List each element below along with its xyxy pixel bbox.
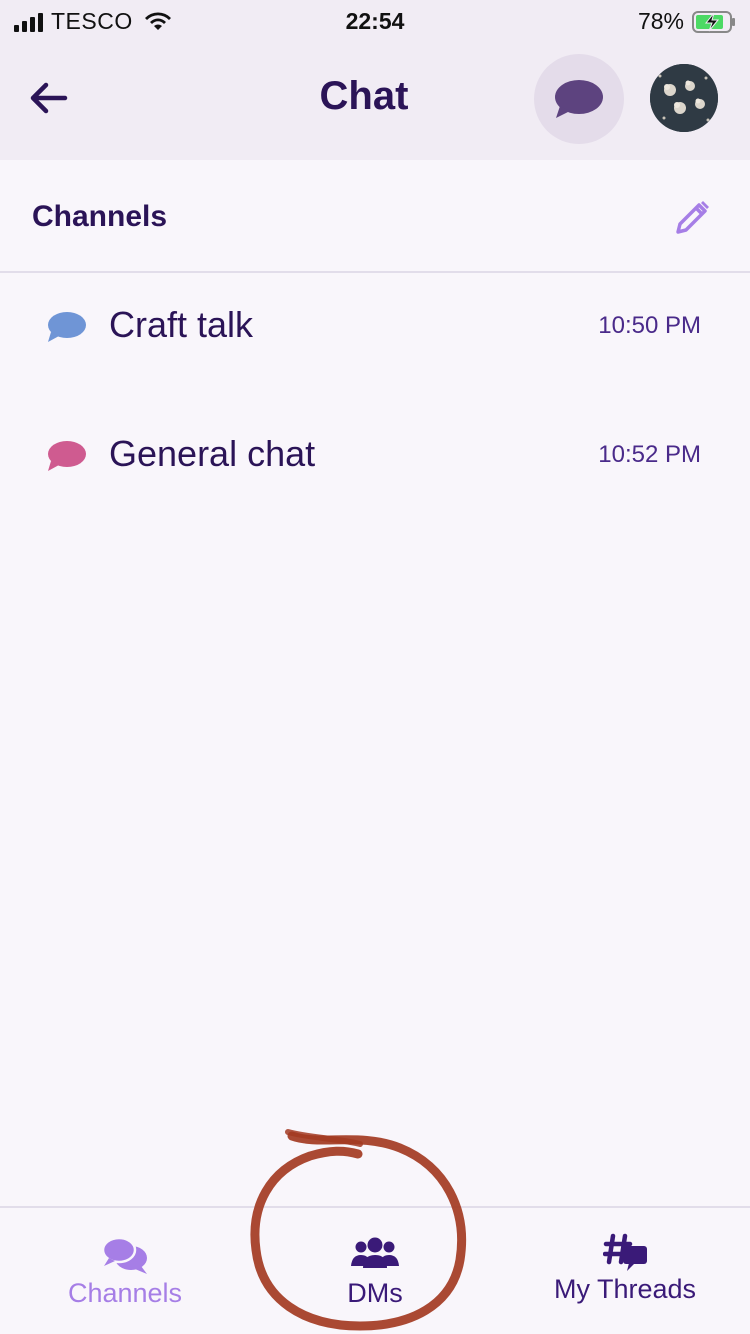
tab-label: My Threads	[553, 1274, 697, 1304]
avatar[interactable]	[650, 64, 718, 132]
status-bar: TESCO 22:54 78%	[0, 0, 750, 40]
channel-row-craft-talk[interactable]: Craft talk 10:50 PM	[0, 282, 750, 392]
users-icon	[351, 1237, 399, 1268]
channel-name: General chat	[109, 433, 316, 474]
channels-section-header: Channels	[0, 160, 750, 273]
tab-label: Channels	[67, 1278, 183, 1308]
channel-row-general-chat[interactable]: General chat 10:52 PM	[0, 411, 750, 521]
pencil-icon[interactable]	[672, 198, 712, 238]
avatar-image	[650, 64, 718, 132]
tab-dms[interactable]: DMs	[290, 1208, 460, 1334]
battery-icon	[692, 10, 735, 33]
bottom-tab-bar: Channels DMs My Threads	[0, 1206, 750, 1334]
channel-name: Craft talk	[109, 304, 254, 345]
chat-button[interactable]	[534, 54, 624, 144]
chat-bubble-icon	[48, 312, 86, 342]
section-title: Channels	[32, 200, 168, 233]
battery-percent: 78%	[637, 8, 684, 34]
tab-channels[interactable]: Channels	[30, 1208, 220, 1334]
speech-bubble-icon	[555, 80, 603, 118]
hashtag-thread-icon	[603, 1233, 647, 1271]
status-right: 78%	[638, 8, 736, 35]
channel-time: 10:50 PM	[598, 312, 701, 339]
chat-bubble-icon	[48, 441, 86, 471]
tab-my-threads[interactable]: My Threads	[530, 1208, 720, 1334]
chat-bubbles-icon	[101, 1236, 147, 1274]
tab-label: DMs	[347, 1278, 403, 1308]
app-header: Chat	[0, 40, 750, 160]
channel-time: 10:52 PM	[598, 441, 701, 468]
